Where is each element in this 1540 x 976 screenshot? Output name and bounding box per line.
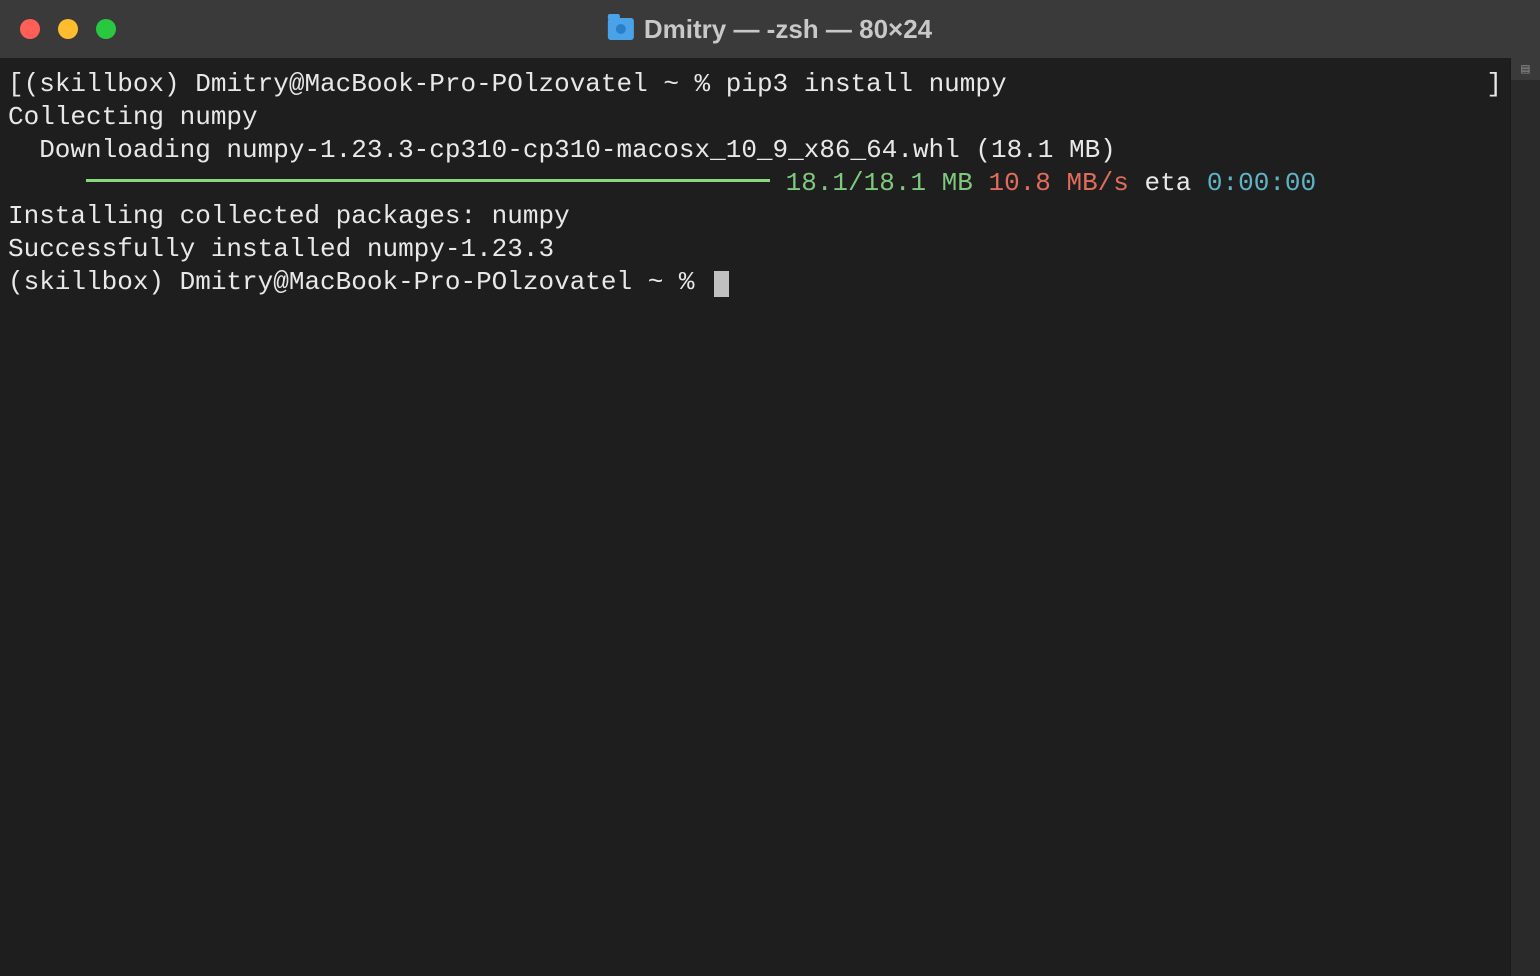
progress-gap	[770, 168, 786, 198]
cursor-icon	[714, 271, 729, 297]
window-title: Dmitry — -zsh — 80×24	[644, 14, 932, 45]
progress-indent	[8, 168, 86, 198]
terminal-line: Installing collected packages: numpy	[8, 200, 1502, 233]
scrollbar[interactable]: ▤	[1510, 58, 1540, 976]
eta-label: eta	[1129, 168, 1207, 198]
progress-bar	[86, 179, 770, 182]
terminal-line: [(skillbox) Dmitry@MacBook-Pro-POlzovate…	[8, 68, 1502, 101]
folder-icon	[608, 18, 634, 40]
traffic-lights	[0, 19, 116, 39]
scrollbar-indicator-icon[interactable]: ▤	[1511, 58, 1540, 80]
prompt-text: (skillbox) Dmitry@MacBook-Pro-POlzovatel…	[24, 69, 726, 99]
maximize-button[interactable]	[96, 19, 116, 39]
titlebar[interactable]: Dmitry — -zsh — 80×24	[0, 0, 1540, 58]
terminal-content[interactable]: [(skillbox) Dmitry@MacBook-Pro-POlzovate…	[0, 58, 1510, 976]
prompt-bracket-left: [	[8, 69, 24, 99]
terminal-line: Successfully installed numpy-1.23.3	[8, 233, 1502, 266]
progress-speed: 10.8 MB/s	[973, 168, 1129, 198]
command-text: pip3 install numpy	[726, 69, 1007, 99]
close-button[interactable]	[20, 19, 40, 39]
terminal-line: 18.1/18.1 MB 10.8 MB/s eta 0:00:00	[8, 167, 1502, 200]
terminal-line: Collecting numpy	[8, 101, 1502, 134]
terminal-line: (skillbox) Dmitry@MacBook-Pro-POlzovatel…	[8, 266, 1502, 299]
terminal-line: Downloading numpy-1.23.3-cp310-cp310-mac…	[8, 134, 1502, 167]
prompt-text: (skillbox) Dmitry@MacBook-Pro-POlzovatel…	[8, 267, 710, 297]
minimize-button[interactable]	[58, 19, 78, 39]
progress-size: 18.1/18.1 MB	[786, 168, 973, 198]
progress-eta: 0:00:00	[1207, 168, 1316, 198]
terminal-window: Dmitry — -zsh — 80×24 [(skillbox) Dmitry…	[0, 0, 1540, 976]
terminal-body: [(skillbox) Dmitry@MacBook-Pro-POlzovate…	[0, 58, 1540, 976]
window-title-container: Dmitry — -zsh — 80×24	[608, 14, 932, 45]
prompt-bracket-right: ]	[1486, 68, 1502, 101]
